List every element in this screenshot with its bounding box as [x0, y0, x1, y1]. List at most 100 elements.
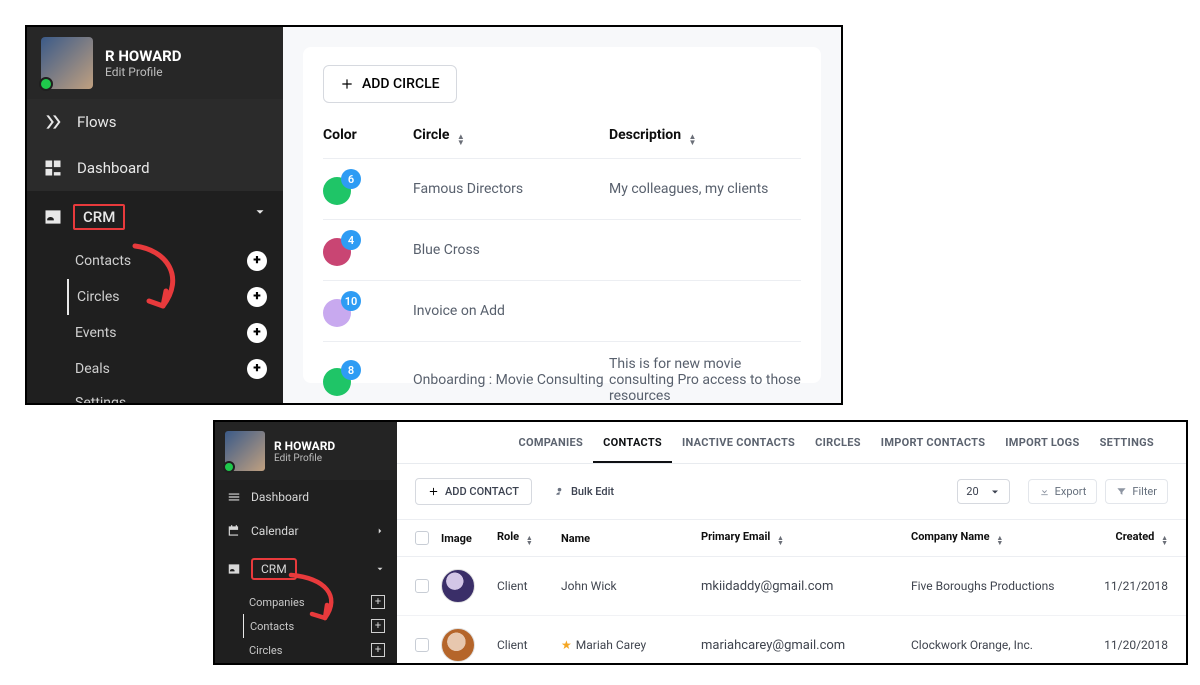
add-box-icon[interactable]: +	[371, 643, 385, 657]
sub-events[interactable]: Events +	[249, 662, 397, 665]
nav-dashboard[interactable]: Dashboard	[27, 145, 283, 191]
add-circle-button[interactable]: ADD CIRCLE	[323, 65, 457, 103]
plus-icon[interactable]: +	[247, 359, 267, 379]
filter-label: Filter	[1132, 485, 1157, 498]
sub-deals[interactable]: Deals +	[75, 351, 283, 387]
menu-icon	[227, 490, 241, 504]
circle-row[interactable]: 4Blue Cross	[323, 219, 801, 280]
col-image: Image	[441, 532, 497, 545]
sub-circles[interactable]: Circles +	[249, 638, 397, 662]
sort-icon: ▲▼	[526, 536, 533, 546]
plus-icon	[340, 77, 354, 91]
nav-dashboard-label: Dashboard	[251, 490, 309, 504]
plus-icon[interactable]: +	[247, 287, 267, 307]
sort-icon: ▲▼	[457, 134, 465, 146]
col-email[interactable]: Primary Email ▲▼	[701, 530, 911, 546]
contacts-main: COMPANIES CONTACTS INACTIVE CONTACTS CIR…	[397, 422, 1186, 663]
chevron-right-icon	[375, 526, 385, 536]
user-name: R HOWARD	[105, 47, 182, 65]
sidebar: R HOWARD Edit Profile Flows Dashboard CR…	[27, 27, 283, 403]
contact-row[interactable]: Client★Mariah Careymariahcarey@gmail.com…	[397, 616, 1186, 665]
add-circle-label: ADD CIRCLE	[362, 76, 440, 92]
row-checkbox[interactable]	[415, 638, 429, 652]
user-avatar[interactable]	[225, 431, 265, 471]
col-description[interactable]: Description ▲▼	[609, 127, 801, 146]
circle-row[interactable]: 10Invoice on Add	[323, 280, 801, 341]
contact-name: John Wick	[561, 579, 701, 593]
circles-card: ADD CIRCLE Color Circle ▲▼ Description ▲…	[303, 47, 821, 383]
circle-swatch: 6	[323, 173, 355, 205]
tab-companies[interactable]: COMPANIES	[508, 436, 593, 463]
tab-import[interactable]: IMPORT CONTACTS	[871, 436, 995, 463]
sort-icon: ▲▼	[689, 134, 697, 146]
col-role[interactable]: Role ▲▼	[497, 530, 561, 546]
tab-settings[interactable]: SETTINGS	[1090, 436, 1164, 463]
chevron-down-icon	[375, 564, 385, 574]
plus-icon[interactable]: +	[247, 323, 267, 343]
circle-swatch: 8	[323, 364, 355, 396]
bulk-edit-button[interactable]: Bulk Edit	[542, 479, 626, 504]
grid-icon	[43, 158, 63, 178]
nav-flows[interactable]: Flows	[27, 99, 283, 145]
contact-role: Client	[497, 579, 561, 593]
profile-block: R HOWARD Edit Profile	[215, 422, 397, 480]
sub-settings[interactable]: Settings	[75, 387, 283, 405]
annotation-arrow-icon	[127, 242, 197, 322]
user-avatar[interactable]	[41, 37, 93, 89]
contact-company: Clockwork Orange, Inc.	[911, 638, 1101, 652]
col-created[interactable]: Created ▲▼	[1101, 530, 1168, 546]
circles-main: ADD CIRCLE Color Circle ▲▼ Description ▲…	[283, 27, 841, 403]
nav-crm[interactable]: CRM	[27, 191, 283, 243]
row-checkbox[interactable]	[415, 579, 429, 593]
plus-icon[interactable]: +	[247, 251, 267, 271]
sidebar: R HOWARD Edit Profile Dashboard Calendar…	[215, 422, 397, 663]
add-contact-button[interactable]: ADD CONTACT	[415, 478, 532, 505]
tab-circles[interactable]: CIRCLES	[805, 436, 871, 463]
add-box-icon[interactable]: +	[371, 595, 385, 609]
nav-calendar-label: Calendar	[251, 524, 299, 538]
export-button[interactable]: Export	[1028, 479, 1098, 504]
crm-contacts-window: R HOWARD Edit Profile Dashboard Calendar…	[213, 420, 1188, 665]
circle-description: This is for new movie consulting Pro acc…	[609, 356, 801, 404]
col-color: Color	[323, 127, 413, 146]
tab-logs[interactable]: IMPORT LOGS	[995, 436, 1089, 463]
contact-email: mariahcarey@gmail.com	[701, 638, 911, 653]
add-contact-label: ADD CONTACT	[445, 485, 519, 498]
contact-avatar	[441, 569, 475, 603]
contact-card-icon	[227, 562, 241, 576]
contact-email: mkiidaddy@gmail.com	[701, 579, 911, 594]
contact-row[interactable]: ClientJohn Wickmkiidaddy@gmail.comFive B…	[397, 557, 1186, 616]
toolbar: ADD CONTACT Bulk Edit 20 Export Filter	[397, 464, 1186, 520]
col-name: Name	[561, 532, 701, 545]
edit-profile-link[interactable]: Edit Profile	[105, 65, 182, 79]
contact-created: 11/21/2018	[1101, 579, 1168, 593]
col-created-label: Created	[1116, 530, 1155, 543]
select-all-checkbox[interactable]	[415, 531, 429, 545]
circle-swatch: 10	[323, 295, 355, 327]
tab-inactive[interactable]: INACTIVE CONTACTS	[672, 436, 805, 463]
circle-row[interactable]: 6Famous DirectorsMy colleagues, my clien…	[323, 158, 801, 219]
nav-dashboard[interactable]: Dashboard	[215, 480, 397, 514]
col-company[interactable]: Company Name ▲▼	[911, 530, 1101, 546]
edit-profile-link[interactable]: Edit Profile	[274, 453, 335, 464]
crm-circles-window: R HOWARD Edit Profile Flows Dashboard CR…	[25, 25, 843, 405]
circle-row[interactable]: 8Onboarding : Movie ConsultingThis is fo…	[323, 341, 801, 405]
person-edit-icon	[554, 486, 565, 497]
col-email-label: Primary Email	[701, 530, 770, 543]
contact-card-icon	[43, 207, 63, 227]
chevron-down-icon	[253, 205, 267, 219]
sub-events-label: Events	[75, 325, 116, 341]
tab-contacts[interactable]: CONTACTS	[593, 436, 672, 463]
nav-calendar[interactable]: Calendar	[215, 514, 397, 548]
tab-bar: COMPANIES CONTACTS INACTIVE CONTACTS CIR…	[397, 422, 1186, 464]
col-company-label: Company Name	[911, 530, 990, 543]
col-circle[interactable]: Circle ▲▼	[413, 127, 609, 146]
circle-swatch: 4	[323, 234, 355, 266]
filter-button[interactable]: Filter	[1105, 479, 1168, 504]
contact-company: Five Boroughs Productions	[911, 579, 1101, 593]
annotation-arrow-icon	[285, 572, 355, 627]
add-box-icon[interactable]: +	[371, 619, 385, 633]
plus-icon	[428, 486, 439, 497]
page-size-select[interactable]: 20	[957, 479, 1009, 504]
sub-contacts-label: Contacts	[75, 253, 131, 269]
